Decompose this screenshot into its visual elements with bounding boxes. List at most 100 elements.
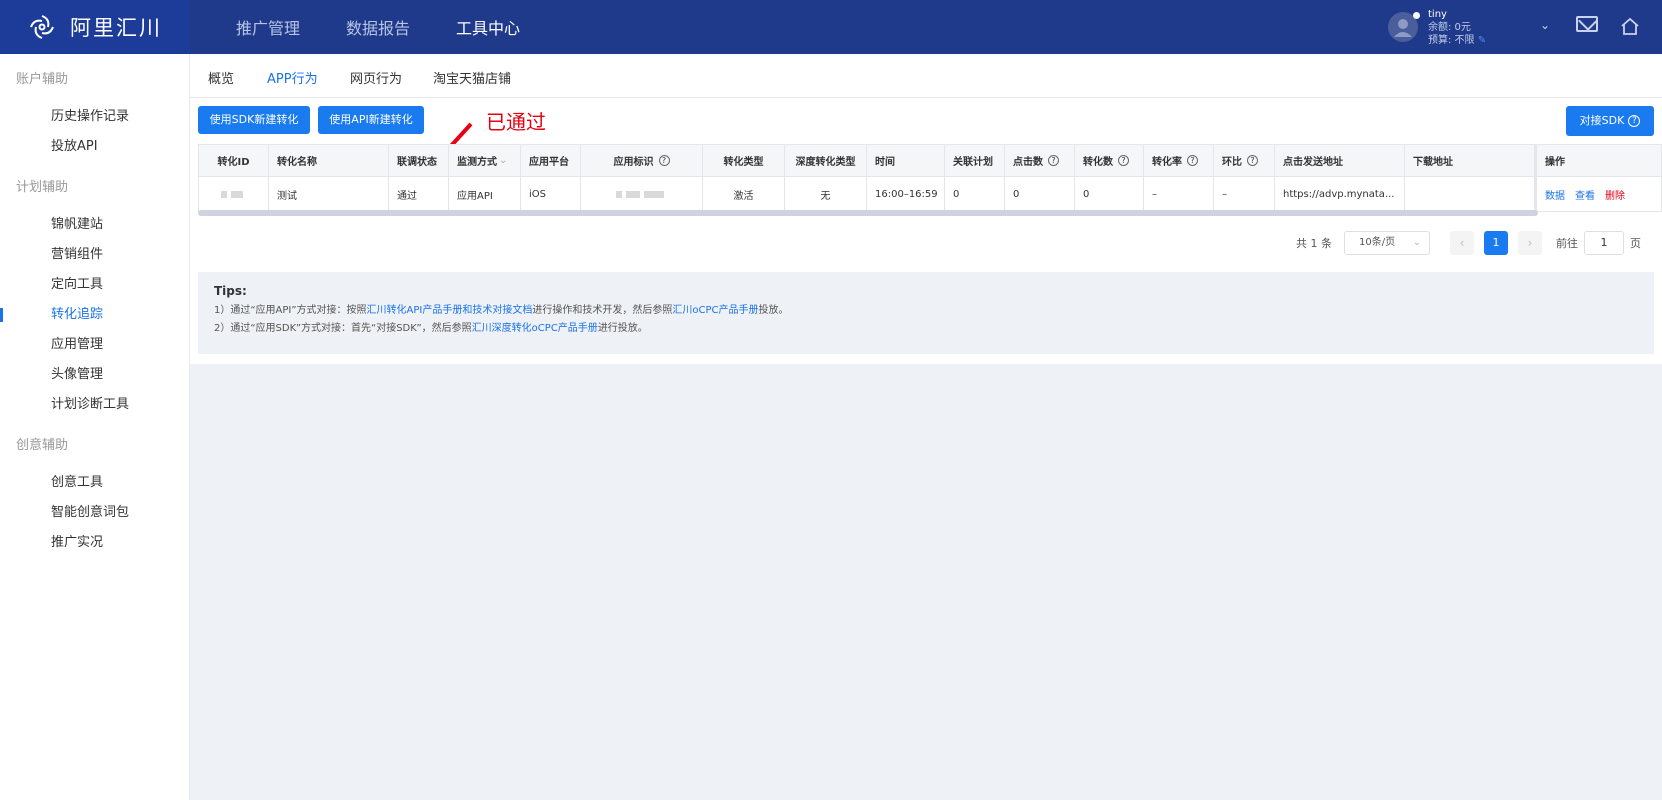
col-conv-id: 转化ID [199,145,269,176]
user-name: tiny [1428,9,1447,20]
sidebar: 账户辅助 历史操作记录 投放API 计划辅助 锦帆建站 营销组件 定向工具 转化… [0,54,190,800]
new-api-conversion-button[interactable]: 使用API新建转化 [318,106,424,134]
annotation-label: 已通过 [486,110,546,134]
tab-app-behavior[interactable]: APP行为 [267,68,318,103]
sidebar-item-live[interactable]: 推广实况 [0,528,189,558]
prev-page-button[interactable]: ‹ [1450,231,1474,255]
col-actions: 操作 [1535,145,1639,176]
col-mom: 环比? [1214,145,1275,176]
tab-overview[interactable]: 概览 [208,68,234,87]
filter-chevron-icon[interactable]: ⌄ [499,155,507,166]
topnav-tools[interactable]: 工具中心 [456,15,520,39]
col-debug-status: 联调状态 [389,145,449,176]
sidebar-item-smart-words[interactable]: 智能创意词包 [0,498,189,528]
action-delete-link[interactable]: 删除 [1605,187,1625,202]
user-box[interactable]: tiny 余额: 0元 预算: 不限 ✎ [1388,8,1548,48]
action-view-link[interactable]: 查看 [1575,187,1595,202]
action-data-link[interactable]: 数据 [1545,187,1565,202]
col-time: 时间 [867,145,945,176]
new-sdk-conversion-button[interactable]: 使用SDK新建转化 [198,106,310,134]
col-linked-plans: 关联计划 [945,145,1005,176]
question-icon[interactable]: ? [1118,155,1129,166]
col-platform: 应用平台 [521,145,581,176]
main-area: 概览 APP行为 网页行为 淘宝天猫店铺 使用SDK新建转化 使用API新建转化… [190,54,1662,800]
col-conversions-label: 转化数 [1083,157,1113,168]
question-icon[interactable]: ? [658,155,670,166]
tips-line-2: 2）通过“应用SDK”方式对接：首先“对接SDK”，然后参照汇川深度转化oCPC… [214,320,1638,338]
pagination-total: 共 1 条 [1296,237,1332,250]
top-nav: 推广管理 数据报告 工具中心 [236,15,566,39]
table-row: 测试 通过 应用API iOS 激活 无 16:00–16:59 0 0 0 –… [199,177,1661,211]
edit-pencil-icon[interactable]: ✎ [1478,35,1486,46]
ocpc-manual-link[interactable]: 汇川oCPC产品手册 [672,305,758,316]
sidebar-item-api[interactable]: 投放API [0,132,189,162]
tips-panel: Tips: 1）通过“应用API”方式对接：按照汇川转化API产品手册和技术对接… [198,272,1654,354]
page-number-current[interactable]: 1 [1484,231,1508,255]
cell-actions: 数据 查看 删除 [1535,177,1639,211]
sidebar-item-site-builder[interactable]: 锦帆建站 [0,210,189,240]
tips-text: 进行操作和技术开发，然后参照 [532,305,673,316]
cell-click-url[interactable]: https://advp.mynata... [1275,177,1405,211]
tips-title: Tips: [214,284,247,298]
topnav-reports[interactable]: 数据报告 [346,15,410,39]
sidebar-item-history[interactable]: 历史操作记录 [0,102,189,132]
sidebar-item-targeting[interactable]: 定向工具 [0,270,189,300]
tips-text: 进行投放。 [597,323,648,334]
horizontal-scrollbar[interactable] [198,210,1538,216]
col-monitor-method[interactable]: 监测方式 ⌄ [449,145,521,176]
col-mom-label: 环比 [1222,157,1242,168]
chevron-down-icon[interactable]: ⌄ [1540,18,1550,32]
next-page-button[interactable]: › [1518,231,1542,255]
brand-name: 阿里汇川 [70,16,162,40]
page-size-value: 10条/页 [1359,237,1396,248]
sidebar-group-plan: 计划辅助 [16,180,69,195]
sidebar-item-app-management[interactable]: 应用管理 [0,330,189,360]
cell-conv-name: 测试 [269,177,389,211]
page-size-select[interactable]: 10条/页 ⌄ [1344,231,1430,255]
tab-web-behavior[interactable]: 网页行为 [350,68,402,87]
page-unit-label: 页 [1630,237,1641,250]
cell-debug-status: 通过 [389,177,449,211]
pagination: 共 1 条 10条/页 ⌄ ‹ 1 › 前往 1 页 [1296,231,1662,255]
help-icon: ? [1628,115,1641,127]
col-app-id: 应用标识? [581,145,703,176]
sidebar-item-creative-tools[interactable]: 创意工具 [0,468,189,498]
col-deep-conv-type: 深度转化类型 [785,145,867,176]
topnav-promotion[interactable]: 推广管理 [236,15,300,39]
sidebar-item-components[interactable]: 营销组件 [0,240,189,270]
sidebar-item-conversion-tracking[interactable]: 转化追踪 [0,300,189,330]
table-header: 转化ID 转化名称 联调状态 监测方式 ⌄ 应用平台 应用标识? 转化类型 深度转… [199,145,1661,177]
question-icon[interactable]: ? [1048,155,1059,166]
conversion-table: 转化ID 转化名称 联调状态 监测方式 ⌄ 应用平台 应用标识? 转化类型 深度转… [198,144,1662,212]
brand-logo[interactable]: 阿里汇川 [0,0,190,54]
tab-bar: 概览 APP行为 网页行为 淘宝天猫店铺 [190,54,1662,103]
user-budget: 预算: 不限 [1428,35,1475,46]
user-info: tiny 余额: 0元 预算: 不限 ✎ [1428,8,1486,48]
cell-deep-conv-type: 无 [785,177,867,211]
avatar[interactable] [1388,12,1420,42]
mail-icon[interactable] [1576,16,1598,32]
sidebar-item-avatar-management[interactable]: 头像管理 [0,360,189,390]
cell-conv-type: 激活 [703,177,785,211]
col-click-url: 点击发送地址 [1275,145,1405,176]
home-icon[interactable] [1620,16,1640,36]
goto-page-input[interactable]: 1 [1584,231,1624,255]
col-clicks: 点击数? [1005,145,1075,176]
api-manual-link[interactable]: 汇川转化API产品手册和技术对接文档 [367,305,533,316]
col-conv-rate: 转化率? [1144,145,1214,176]
col-app-id-label: 应用标识 [613,157,654,168]
question-icon[interactable]: ? [1187,155,1198,166]
col-conv-name: 转化名称 [269,145,389,176]
deep-ocpc-manual-link[interactable]: 汇川深度转化oCPC产品手册 [472,323,598,334]
cell-time: 16:00–16:59 [867,177,945,211]
sidebar-item-diagnosis[interactable]: 计划诊断工具 [0,390,189,420]
user-balance: 余额: 0元 [1428,22,1471,33]
tab-taobao-store[interactable]: 淘宝天猫店铺 [433,68,511,87]
connect-sdk-button[interactable]: 对接SDK? [1566,106,1654,136]
col-monitor-method-label: 监测方式 [457,157,497,168]
brand-mark-icon [30,15,54,39]
online-dot [1413,12,1420,19]
chevron-down-icon: ⌄ [1412,237,1421,248]
question-icon[interactable]: ? [1247,155,1258,166]
col-conv-type: 转化类型 [703,145,785,176]
